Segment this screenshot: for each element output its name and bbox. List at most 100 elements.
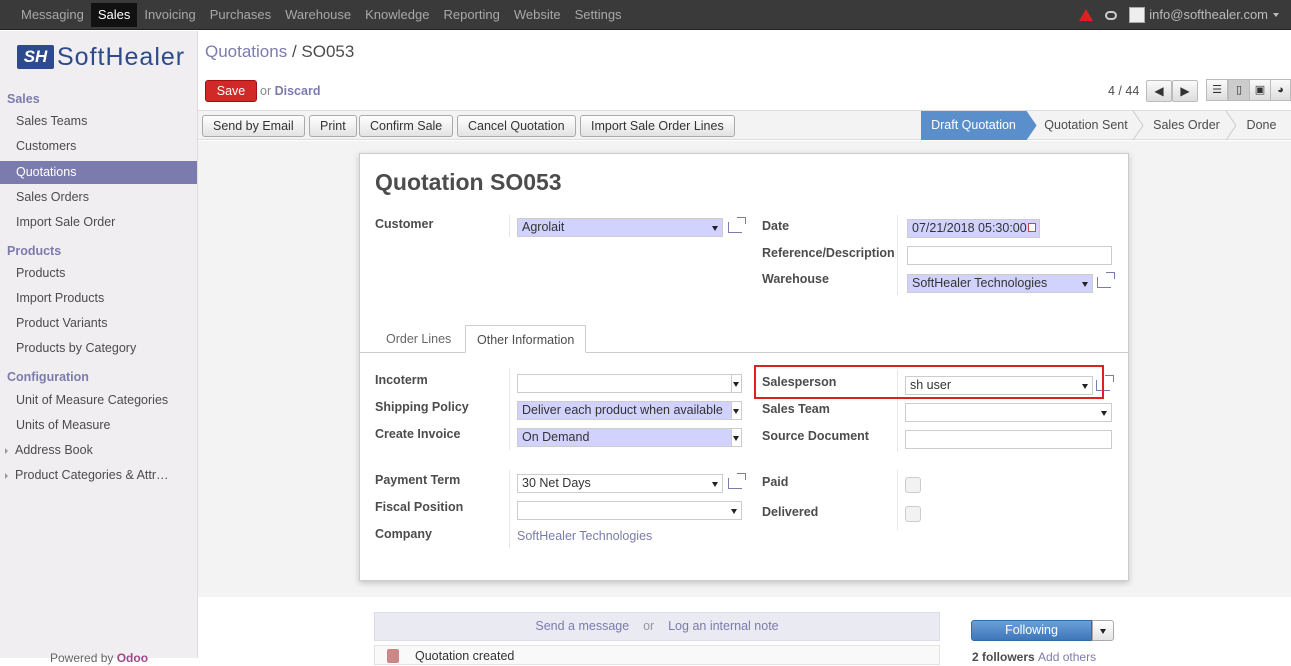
- or-discard: or Discard: [260, 84, 320, 98]
- create-invoice-select[interactable]: On Demand: [517, 428, 742, 447]
- company-link[interactable]: SoftHealer Technologies: [517, 529, 652, 543]
- payment-term-label: Payment Term: [375, 473, 461, 487]
- divider: [897, 470, 898, 530]
- add-followers-link[interactable]: Add others: [1038, 650, 1096, 664]
- sidebar-item-address-book[interactable]: Address Book: [0, 439, 197, 462]
- section-products: Products: [7, 244, 62, 258]
- section-configuration: Configuration: [7, 370, 89, 384]
- warehouse-value: SoftHealer Technologies: [912, 276, 1048, 290]
- next-button[interactable]: ▶: [1172, 80, 1198, 102]
- sidebar-item-products[interactable]: Products: [0, 262, 197, 285]
- date-field[interactable]: 07/21/2018 05:30:00: [907, 219, 1040, 238]
- sidebar: SH SoftHealer Sales Sales Teams Customer…: [0, 31, 198, 665]
- cancel-quotation-button[interactable]: Cancel Quotation: [457, 115, 576, 137]
- list-view-icon[interactable]: ☰: [1206, 79, 1228, 101]
- following-button[interactable]: Following: [971, 620, 1092, 641]
- sidebar-item-customers[interactable]: Customers: [0, 135, 197, 158]
- menu-settings[interactable]: Settings: [568, 0, 629, 30]
- shipping-policy-label: Shipping Policy: [375, 400, 469, 414]
- odoo-link[interactable]: Odoo: [117, 651, 148, 665]
- tab-order-lines[interactable]: Order Lines: [375, 325, 462, 353]
- sidebar-item-import-sale-order[interactable]: Import Sale Order: [0, 211, 197, 234]
- delivered-checkbox[interactable]: [905, 506, 921, 522]
- source-document-label: Source Document: [762, 429, 869, 443]
- sidebar-item-label: Address Book: [15, 443, 93, 457]
- reference-label: Reference/Description: [762, 246, 895, 260]
- chevron-down-icon: [1100, 629, 1106, 634]
- chat-icon[interactable]: [1105, 10, 1118, 20]
- sidebar-item-product-variants[interactable]: Product Variants: [0, 312, 197, 335]
- menu-reporting[interactable]: Reporting: [436, 0, 506, 30]
- chevron-down-icon: [733, 436, 739, 441]
- menu-messaging[interactable]: Messaging: [14, 0, 91, 30]
- send-message-link[interactable]: Send a message: [535, 619, 629, 633]
- top-navbar: Messaging Sales Invoicing Purchases Ware…: [0, 0, 1291, 30]
- breadcrumb-current: SO053: [301, 42, 355, 61]
- payment-term-field[interactable]: 30 Net Days: [517, 474, 723, 493]
- shipping-policy-select[interactable]: Deliver each product when available: [517, 401, 742, 420]
- source-document-input[interactable]: [905, 430, 1112, 449]
- menu-invoicing[interactable]: Invoicing: [137, 0, 202, 30]
- warehouse-label: Warehouse: [762, 272, 829, 286]
- discard-button[interactable]: Discard: [275, 84, 321, 98]
- menu-sales[interactable]: Sales: [90, 3, 138, 27]
- print-button[interactable]: Print: [309, 115, 357, 137]
- external-link-icon[interactable]: [1097, 272, 1115, 288]
- log-note-link[interactable]: Log an internal note: [668, 619, 779, 633]
- pager-counter: 4 / 44: [1108, 84, 1140, 98]
- followers-text: 2 followers: [972, 650, 1035, 664]
- customer-field[interactable]: Agrolait: [517, 218, 723, 237]
- payment-term-value: 30 Net Days: [522, 476, 591, 490]
- chatter-composer: Send a message or Log an internal note: [374, 612, 940, 641]
- confirm-sale-button[interactable]: Confirm Sale: [359, 115, 454, 137]
- sales-team-field[interactable]: [905, 403, 1112, 422]
- sidebar-item-quotations[interactable]: Quotations: [0, 161, 197, 184]
- chevron-down-icon: [712, 226, 718, 231]
- or-text: or: [260, 84, 272, 98]
- company-label: Company: [375, 527, 432, 541]
- company-logo[interactable]: SH SoftHealer: [17, 42, 185, 72]
- expand-icon: [5, 473, 8, 479]
- sidebar-item-units-of-measure[interactable]: Units of Measure: [0, 414, 197, 437]
- avatar: [1129, 7, 1146, 24]
- tab-other-information[interactable]: Other Information: [465, 325, 587, 353]
- followers-count: 2 followers Add others: [972, 650, 1096, 664]
- external-link-icon[interactable]: [728, 217, 746, 233]
- paid-checkbox[interactable]: [905, 477, 921, 493]
- expand-icon: [5, 448, 8, 454]
- incoterm-select[interactable]: [517, 374, 742, 393]
- following-dropdown[interactable]: [1092, 620, 1114, 641]
- previous-button[interactable]: ◀: [1146, 80, 1172, 102]
- sidebar-item-sales-orders[interactable]: Sales Orders: [0, 186, 197, 209]
- stage-draft-quotation[interactable]: Draft Quotation: [921, 111, 1026, 140]
- sidebar-item-products-by-category[interactable]: Products by Category: [0, 337, 197, 360]
- message-item: Quotation created: [374, 645, 940, 665]
- chevron-down-icon: [731, 509, 737, 514]
- shipping-policy-value: Deliver each product when available: [522, 403, 723, 417]
- sidebar-item-sales-teams[interactable]: Sales Teams: [0, 110, 197, 133]
- sidebar-item-product-categories[interactable]: Product Categories & Attr…: [0, 464, 197, 487]
- send-by-email-button[interactable]: Send by Email: [202, 115, 305, 137]
- form-view-icon[interactable]: ▯: [1228, 79, 1250, 101]
- external-link-icon[interactable]: [728, 473, 746, 489]
- calendar-icon[interactable]: [1028, 223, 1036, 232]
- import-order-lines-button[interactable]: Import Sale Order Lines: [580, 115, 735, 137]
- user-menu[interactable]: info@softhealer.com: [1129, 7, 1279, 24]
- warehouse-field[interactable]: SoftHealer Technologies: [907, 274, 1093, 293]
- menu-warehouse[interactable]: Warehouse: [278, 0, 358, 30]
- warning-icon[interactable]: [1079, 9, 1094, 21]
- breadcrumb-parent[interactable]: Quotations: [205, 42, 287, 61]
- logo-mark: SH: [17, 45, 54, 69]
- calendar-view-icon[interactable]: ▣: [1249, 79, 1271, 101]
- reference-input[interactable]: [907, 246, 1112, 265]
- menu-knowledge[interactable]: Knowledge: [358, 0, 436, 30]
- page-title: Quotation SO053: [375, 169, 562, 195]
- menu-purchases[interactable]: Purchases: [203, 0, 278, 30]
- menu-website[interactable]: Website: [507, 0, 568, 30]
- customer-value: Agrolait: [522, 220, 565, 234]
- sidebar-item-import-products[interactable]: Import Products: [0, 287, 197, 310]
- fiscal-position-field[interactable]: [517, 501, 742, 520]
- graph-view-icon[interactable]: ◕: [1270, 79, 1291, 101]
- save-button[interactable]: Save: [205, 80, 257, 102]
- sidebar-item-uom-categories[interactable]: Unit of Measure Categories: [0, 389, 197, 412]
